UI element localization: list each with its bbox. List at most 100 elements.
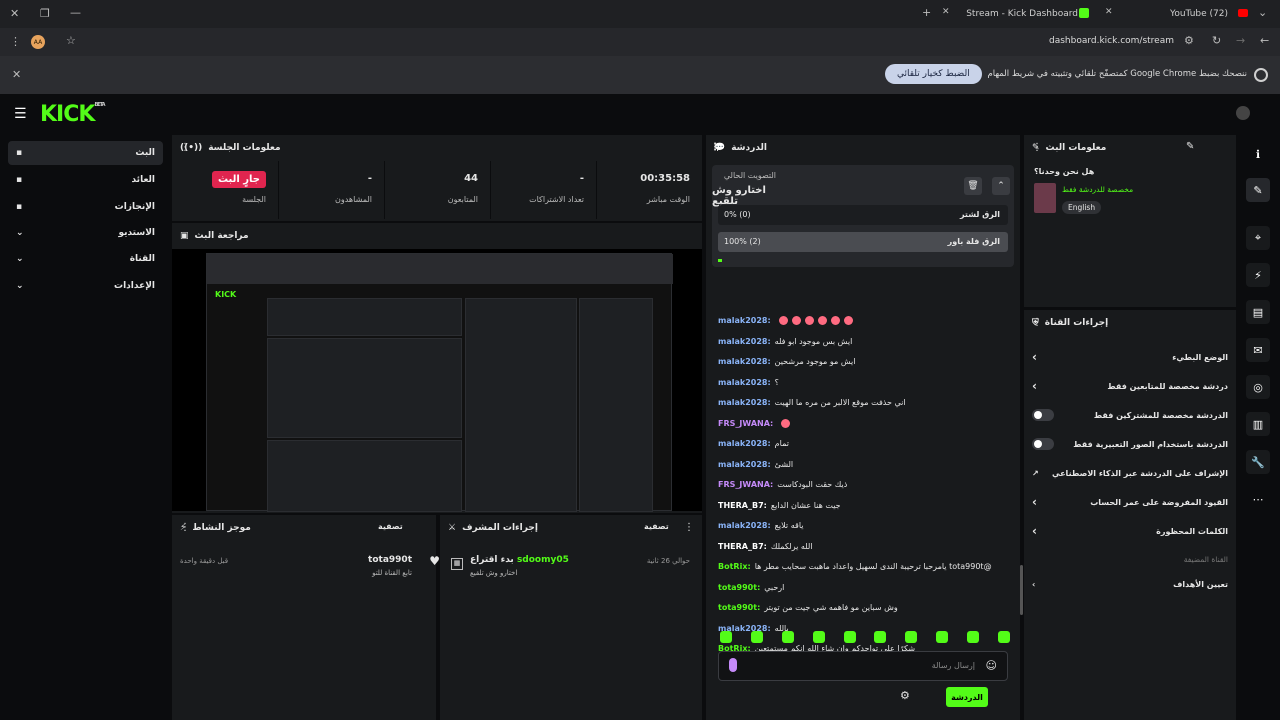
microphone-icon[interactable] <box>729 658 737 672</box>
poll-delete-icon[interactable]: 🗑 <box>964 177 982 195</box>
stream-category[interactable]: مخصصة للدردشة فقط <box>1062 185 1133 194</box>
tab-search-icon[interactable]: ⌄ <box>1258 6 1267 19</box>
kebab-menu-icon[interactable]: ⋮ <box>710 142 720 153</box>
share-icon[interactable]: ⋯ <box>1246 487 1270 511</box>
activity-user[interactable]: tota990t <box>368 555 412 565</box>
document-icon[interactable]: ▤ <box>1246 300 1270 324</box>
tab-youtube[interactable]: (72) YouTube <box>1118 4 1228 24</box>
channel-action-row[interactable]: الوضع البطيء › <box>1032 346 1228 368</box>
kebab-menu-icon[interactable]: ⋮ <box>1032 142 1042 153</box>
chat-username[interactable]: malak2028: <box>718 398 771 407</box>
filter-button[interactable]: تصفية <box>644 522 669 531</box>
chat-username[interactable]: malak2028: <box>718 337 771 346</box>
chat-username[interactable]: malak2028: <box>718 460 771 469</box>
sidebar-item[interactable]: البث ▪ <box>8 141 163 165</box>
window-minimize-icon[interactable]: — <box>70 6 81 19</box>
browser-menu-icon[interactable]: ⋮ <box>10 35 21 48</box>
emote-icon[interactable] <box>997 631 1010 643</box>
emote-icon[interactable] <box>843 631 856 643</box>
preview-nested-screen: KICK <box>206 253 673 512</box>
emote-icon[interactable] <box>750 631 763 643</box>
kebab-menu-icon[interactable]: ⋮ <box>180 522 190 533</box>
set-default-button[interactable]: الضبط كخيار تلقائي <box>885 64 982 84</box>
emote-icon[interactable] <box>967 631 979 643</box>
site-settings-icon[interactable]: ⚙ <box>1184 34 1194 47</box>
channel-action-row[interactable]: القيود المفروضة على عمر الحساب › <box>1032 491 1228 513</box>
tab-kick-dashboard[interactable]: Stream - Kick Dashboard <box>958 4 1078 24</box>
kebab-menu-icon[interactable]: ⋮ <box>180 142 190 153</box>
poll-card: التصويت الحالي اختارو وش تلقيع 🗑 ⌃ 0% (0… <box>712 165 1014 267</box>
chevron-up-icon[interactable]: ⌃ <box>992 177 1010 195</box>
chat-username[interactable]: malak2028: <box>718 357 771 366</box>
bookmark-star-icon[interactable]: ☆ <box>66 34 76 47</box>
kebab-menu-icon[interactable]: ⋮ <box>684 522 694 533</box>
channel-action-row[interactable]: الدردشة باستخدام الصور التعبيرية فقط <box>1032 433 1228 455</box>
toggle-switch[interactable] <box>1032 409 1054 421</box>
sidebar-item[interactable]: العائد ▪ <box>8 168 163 192</box>
chat-settings-icon[interactable]: ⚙ <box>900 689 910 702</box>
info-icon[interactable]: ℹ <box>1246 142 1270 166</box>
poll-option[interactable]: 100% (2) الرق فلة باور <box>718 232 1008 252</box>
chat-rail-icon[interactable]: ✉ <box>1246 338 1270 362</box>
chat-username[interactable]: BotRix: <box>718 562 751 571</box>
toggle-switch[interactable] <box>1032 438 1054 450</box>
poll-option[interactable]: 0% (0) الرق لشتر <box>718 205 1008 225</box>
wrench-icon[interactable]: 🔧 <box>1246 450 1270 474</box>
focus-icon[interactable]: ⌖ <box>1246 226 1270 250</box>
sidebar-item[interactable]: الإنجازات ▪ <box>8 195 163 219</box>
tab-close-icon[interactable]: ✕ <box>1105 7 1113 17</box>
chevron-right-icon: › <box>1032 579 1036 589</box>
new-tab-icon[interactable]: + <box>922 6 931 19</box>
profile-avatar[interactable]: AA <box>31 35 45 49</box>
chat-username[interactable]: THERA_B7: <box>718 501 767 510</box>
chat-send-button[interactable]: الدردشة <box>946 687 988 707</box>
window-close-icon[interactable]: ✕ <box>10 7 19 20</box>
pencil-icon[interactable]: ✎ <box>1186 141 1194 152</box>
kick-logo[interactable]: KICKBETA <box>40 102 106 127</box>
user-avatar[interactable] <box>1236 106 1250 120</box>
layout-icon[interactable]: ▥ <box>1246 412 1270 436</box>
reload-icon[interactable]: ↻ <box>1212 34 1221 47</box>
edit-rail-icon[interactable]: ✎ <box>1246 178 1270 202</box>
chat-username[interactable]: THERA_B7: <box>718 542 767 551</box>
stream-icon: ▪ <box>16 148 23 158</box>
emote-icon[interactable] <box>812 631 825 643</box>
stream-preview-video[interactable]: KICK <box>172 249 702 512</box>
chat-username[interactable]: malak2028: <box>718 316 771 325</box>
sidebar-item[interactable]: الاستديو ⌄ <box>8 221 163 245</box>
emote-icon[interactable] <box>936 631 949 643</box>
window-restore-icon[interactable]: ❐ <box>40 7 50 20</box>
forward-icon[interactable]: → <box>1236 34 1245 47</box>
channel-action-row[interactable]: الإشراف على الدردشة عبر الذكاء الاصطناعي… <box>1032 462 1228 484</box>
chat-username[interactable]: FRS_JWANA: <box>718 480 773 489</box>
kebab-menu-icon[interactable]: ⋮ <box>1032 317 1042 328</box>
back-icon[interactable]: ← <box>1260 34 1269 47</box>
channel-action-row[interactable]: الكلمات المحظورة › <box>1032 520 1228 542</box>
emote-icon[interactable] <box>874 631 887 643</box>
chat-username[interactable]: malak2028: <box>718 439 771 448</box>
channel-action-row[interactable]: الدردشة مخصصة للمشتركين فقط <box>1032 404 1228 426</box>
chat-scrollbar[interactable] <box>1020 565 1023 615</box>
action-user[interactable]: sdoomy05 <box>517 555 569 565</box>
tab-close-icon[interactable]: ✕ <box>942 7 950 17</box>
goals-row[interactable]: تعيين الأهداف › <box>1032 573 1228 595</box>
chat-username[interactable]: FRS_JWANA: <box>718 419 773 428</box>
infobar-close-icon[interactable]: ✕ <box>12 68 21 81</box>
broadcast-rail-icon[interactable]: ◎ <box>1246 375 1270 399</box>
emote-icon[interactable] <box>720 631 732 643</box>
chat-username[interactable]: malak2028: <box>718 378 771 387</box>
emote-icon[interactable] <box>905 631 918 643</box>
emoji-picker-icon[interactable]: ☺ <box>986 659 997 672</box>
url-field[interactable]: dashboard.kick.com/stream <box>1040 36 1174 46</box>
sidebar-item[interactable]: الإعدادات ⌄ <box>8 274 163 298</box>
chat-username[interactable]: malak2028: <box>718 521 771 530</box>
sidebar-item[interactable]: القناة ⌄ <box>8 247 163 271</box>
chat-username[interactable]: tota990t: <box>718 603 760 612</box>
channel-action-row[interactable]: دردشة مخصصة للمتابعين فقط › <box>1032 375 1228 397</box>
lightning-rail-icon[interactable]: ⚡ <box>1246 263 1270 287</box>
filter-button[interactable]: تصفية <box>378 522 403 531</box>
hamburger-menu-icon[interactable]: ☰ <box>14 106 27 122</box>
chat-input[interactable]: إرسال رسالة ☺ <box>718 651 1008 681</box>
chat-username[interactable]: tota990t: <box>718 583 760 592</box>
emote-icon[interactable] <box>781 631 794 643</box>
